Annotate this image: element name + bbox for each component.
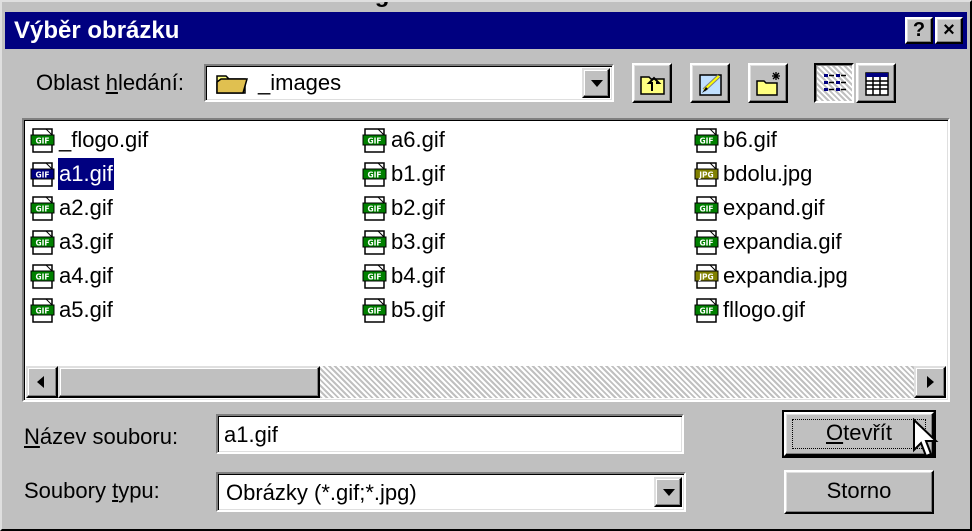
svg-text:GIF: GIF	[35, 137, 49, 146]
jpg-file-icon: JPG	[694, 161, 720, 187]
window-title: Výběr obrázku	[14, 17, 180, 44]
new-folder-icon	[756, 72, 780, 96]
file-name: fllogo.gif	[723, 297, 805, 322]
svg-text:GIF: GIF	[367, 171, 381, 180]
file-name: expandia.jpg	[723, 263, 848, 288]
svg-text:GIF: GIF	[367, 205, 381, 214]
desktop-icon	[699, 74, 722, 96]
svg-text:JPG: JPG	[698, 273, 713, 282]
file-name: a2.gif	[59, 195, 113, 220]
file-name: b1.gif	[391, 161, 445, 186]
svg-text:GIF: GIF	[35, 239, 49, 248]
gif-file-icon: GIF	[30, 127, 56, 153]
cancel-button[interactable]: Storno	[784, 470, 934, 514]
svg-text:GIF: GIF	[35, 205, 49, 214]
list-view-icon	[824, 74, 846, 91]
file-name: a4.gif	[59, 263, 113, 288]
file-name: b2.gif	[391, 195, 445, 220]
background-caption: í obsažení obrázku a ovodní navigace	[0, 0, 429, 8]
file-name: _flogo.gif	[59, 127, 149, 152]
file-name: b6.gif	[723, 127, 777, 152]
svg-text:GIF: GIF	[367, 273, 381, 282]
file-name: b5.gif	[391, 297, 445, 322]
mouse-cursor-icon	[913, 418, 939, 458]
filetype-select[interactable]: Obrázky (*.gif;*.jpg)	[216, 472, 686, 512]
gif-file-icon: GIF	[362, 195, 388, 221]
details-view-icon	[865, 72, 889, 96]
chevron-down-icon	[591, 80, 603, 87]
gif-file-icon: GIF	[30, 229, 56, 255]
svg-text:GIF: GIF	[699, 205, 713, 214]
arrow-right-icon	[927, 376, 934, 388]
arrow-left-icon	[37, 376, 44, 388]
jpg-file-icon: JPG	[694, 263, 720, 289]
svg-text:GIF: GIF	[699, 307, 713, 316]
filetype-dropdown-button[interactable]	[654, 477, 682, 507]
file-name: a5.gif	[59, 297, 113, 322]
gif-file-icon: GIF	[362, 127, 388, 153]
file-name: expand.gif	[723, 195, 825, 220]
gif-file-icon: GIF	[694, 229, 720, 255]
filetype-label: Soubory typu:	[24, 478, 160, 503]
gif-file-icon: GIF	[694, 297, 720, 323]
gif-file-icon: GIF	[30, 195, 56, 221]
details-view-button[interactable]	[856, 63, 896, 103]
filename-label: Název souboru:	[24, 424, 179, 449]
file-name: expandia.gif	[723, 229, 842, 254]
svg-text:GIF: GIF	[35, 171, 49, 180]
look-in-combo[interactable]: _images	[204, 64, 614, 102]
file-name: b4.gif	[391, 263, 445, 288]
close-button[interactable]: ×	[935, 17, 963, 44]
file-name: a6.gif	[391, 127, 445, 152]
look-in-dropdown-button[interactable]	[582, 68, 610, 98]
list-view-button[interactable]	[814, 63, 854, 103]
file-name: a3.gif	[59, 229, 113, 254]
file-list[interactable]: GIF _flogo.gif GIF a1.gif GIF a2.gif GIF a3.gif…	[22, 118, 950, 402]
up-one-level-button[interactable]	[632, 63, 672, 103]
svg-text:GIF: GIF	[699, 239, 713, 248]
desktop-button[interactable]	[690, 63, 730, 103]
gif-file-icon: GIF	[30, 161, 56, 187]
look-in-label: Oblast hledání:	[36, 70, 185, 95]
filename-input[interactable]: a1.gif	[216, 414, 684, 454]
svg-text:GIF: GIF	[367, 307, 381, 316]
svg-text:GIF: GIF	[367, 239, 381, 248]
gif-file-icon: GIF	[362, 229, 388, 255]
filename-value: a1.gif	[224, 422, 278, 447]
file-name: bdolu.jpg	[723, 161, 813, 186]
svg-text:GIF: GIF	[35, 307, 49, 316]
look-in-value: _images	[258, 70, 342, 95]
gif-file-icon: GIF	[362, 161, 388, 187]
gif-file-icon: GIF	[694, 127, 720, 153]
up-one-level-icon	[640, 76, 665, 95]
new-folder-button[interactable]	[748, 63, 788, 103]
svg-text:GIF: GIF	[367, 137, 381, 146]
focus-rect	[792, 419, 926, 449]
filetype-value: Obrázky (*.gif;*.jpg)	[226, 480, 417, 505]
help-button[interactable]: ?	[905, 17, 933, 44]
gif-file-icon: GIF	[30, 297, 56, 323]
svg-text:JPG: JPG	[698, 171, 713, 180]
scroll-left-button[interactable]	[26, 366, 58, 398]
chevron-down-icon	[663, 489, 675, 496]
folder-icon	[216, 72, 248, 99]
scroll-thumb[interactable]	[58, 366, 320, 398]
svg-text:GIF: GIF	[35, 273, 49, 282]
scroll-right-button[interactable]	[914, 366, 946, 398]
svg-text:GIF: GIF	[699, 137, 713, 146]
gif-file-icon: GIF	[30, 263, 56, 289]
title-bar[interactable]: Výběr obrázku ? ×	[5, 12, 967, 49]
gif-file-icon: GIF	[362, 263, 388, 289]
file-name: a1.gif	[58, 158, 114, 190]
horizontal-scrollbar[interactable]	[26, 366, 946, 398]
gif-file-icon: GIF	[362, 297, 388, 323]
gif-file-icon: GIF	[694, 195, 720, 221]
file-name: b3.gif	[391, 229, 445, 254]
